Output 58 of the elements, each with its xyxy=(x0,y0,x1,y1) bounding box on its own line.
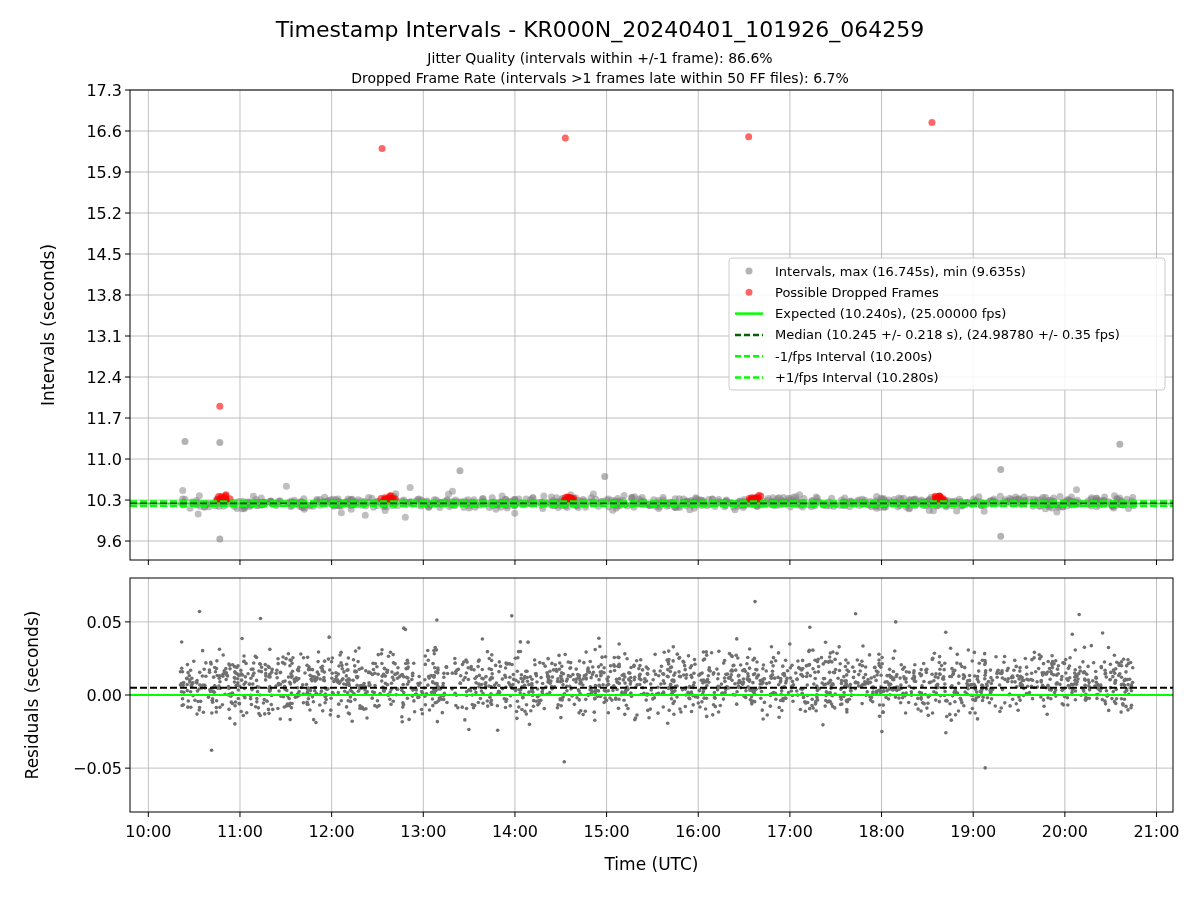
data-point xyxy=(601,473,609,481)
tick-label: 18:00 xyxy=(858,822,905,841)
legend-label: Intervals, max (16.745s), min (9.635s) xyxy=(775,263,1026,279)
tick-label: 12:00 xyxy=(308,822,355,841)
tick-label: 12.4 xyxy=(86,368,122,387)
tick-label: 14.5 xyxy=(86,245,122,264)
tick-label: 0.00 xyxy=(86,686,122,705)
tick-label: 14:00 xyxy=(491,822,538,841)
tick-label: 20:00 xyxy=(1041,822,1088,841)
chart-subtitle: Dropped Frame Rate (intervals >1 frames late within 50 FF files): 6.7% xyxy=(351,70,849,86)
tick-label: 17:00 xyxy=(766,822,813,841)
axis-label: Time (UTC) xyxy=(604,854,699,874)
data-point xyxy=(928,119,936,126)
tick-label: 15.2 xyxy=(86,204,122,223)
data-point xyxy=(745,133,753,141)
data-point xyxy=(456,467,464,475)
legend-line-icon xyxy=(735,333,763,337)
tick-label: 13.8 xyxy=(86,286,122,305)
data-point xyxy=(997,466,1005,474)
chart-title: Timestamp Intervals - KR000N_20240401_101926_064259 xyxy=(275,17,925,42)
legend-line-icon xyxy=(735,354,763,358)
legend-label: Median (10.245 +/- 0.218 s), (24.98780 +/- 0.35 fps) xyxy=(775,327,1120,343)
tick-label: 9.6 xyxy=(96,532,122,551)
tick-label: 16.6 xyxy=(86,122,122,141)
tick-label: 11.0 xyxy=(86,450,122,469)
tick-label: −0.05 xyxy=(72,759,122,779)
chart-subtitle: Jitter Quality (intervals within +/-1 frame): 86.6% xyxy=(427,50,773,66)
data-point xyxy=(216,402,224,410)
tick-label: 13.1 xyxy=(86,327,122,346)
legend-label: -1/fps Interval (10.200s) xyxy=(775,348,933,364)
tick-label: 11.7 xyxy=(86,409,122,428)
legend-line-icon xyxy=(735,312,763,315)
tick-label: 13:00 xyxy=(400,822,447,841)
legend-label: Expected (10.240s), (25.00000 fps) xyxy=(775,306,1007,322)
data-point xyxy=(997,532,1005,540)
legend-marker-icon xyxy=(745,288,753,296)
axis-label: Residuals (seconds) xyxy=(22,610,42,780)
data-point xyxy=(216,535,224,543)
tick-label: 11:00 xyxy=(216,822,264,841)
tick-label: 19:00 xyxy=(950,822,997,841)
legend-line-icon xyxy=(735,376,763,379)
tick-label: 15:00 xyxy=(583,822,630,841)
axis-label: Intervals (seconds) xyxy=(38,243,58,407)
legend-label: Possible Dropped Frames xyxy=(775,284,939,300)
tick-label: 16:00 xyxy=(675,822,722,841)
legend-marker-icon xyxy=(745,267,753,275)
legend-label: +1/fps Interval (10.280s) xyxy=(775,370,939,385)
data-point xyxy=(561,134,569,142)
tick-label: 21:00 xyxy=(1133,822,1180,841)
tick-label: 15.9 xyxy=(86,163,122,182)
tick-label: 0.05 xyxy=(86,612,122,632)
data-point xyxy=(181,437,189,445)
data-point xyxy=(378,145,386,153)
tick-label: 17.3 xyxy=(86,81,122,100)
tick-label: 10.3 xyxy=(86,491,122,510)
tick-label: 10:00 xyxy=(125,822,172,841)
data-point xyxy=(216,439,224,447)
data-point xyxy=(1116,440,1124,448)
